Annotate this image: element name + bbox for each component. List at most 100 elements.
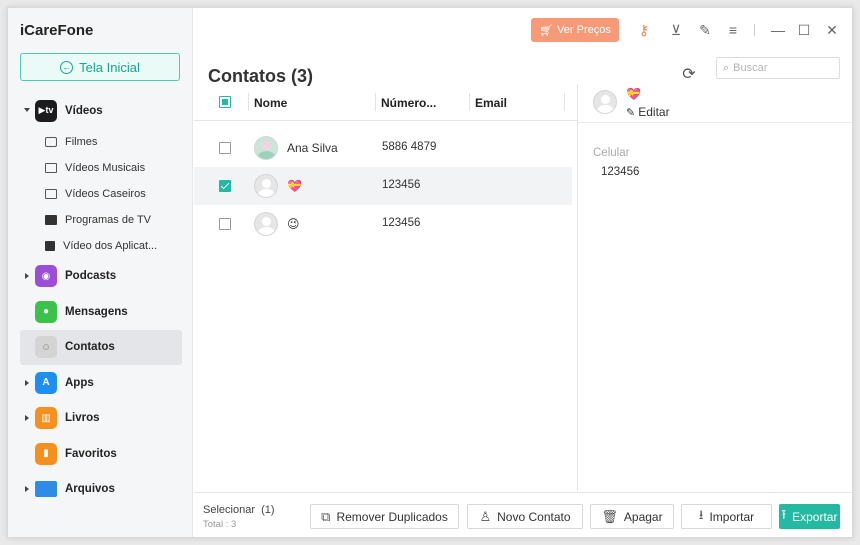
export-icon: ⭱ bbox=[781, 506, 787, 522]
new-contact-button[interactable]: ♙ Novo Contato bbox=[467, 504, 583, 529]
select-all-checkbox[interactable] bbox=[219, 96, 231, 108]
avatar bbox=[254, 136, 278, 160]
sidebar-item-files[interactable]: Arquivos bbox=[8, 472, 193, 508]
sidebar-item-contacts[interactable]: ☺ Contatos bbox=[20, 329, 182, 365]
expand-caret-icon[interactable] bbox=[24, 108, 30, 112]
list-header: Nome Número... Email bbox=[194, 84, 577, 121]
avatar bbox=[254, 174, 278, 198]
subitem-label: Vídeos Musicais bbox=[65, 161, 146, 174]
avatar bbox=[254, 212, 278, 236]
row-checkbox[interactable] bbox=[219, 180, 231, 192]
contact-detail-panel: 💝 ✎ Editar Celular 123456 bbox=[577, 84, 852, 491]
key-icon[interactable]: ⚷ bbox=[636, 22, 652, 38]
podcasts-icon: ◉ bbox=[35, 265, 57, 288]
sidebar-item-favorites[interactable]: ▮ Favoritos bbox=[8, 436, 193, 472]
import-icon: ⭳ bbox=[698, 506, 704, 522]
contacts-icon: ☺ bbox=[35, 336, 57, 359]
column-header-number[interactable]: Número... bbox=[381, 96, 436, 110]
app-title: iCareFone bbox=[20, 22, 94, 39]
contact-name: Ana Silva bbox=[287, 141, 338, 155]
sidebar: iCareFone ← Tela Inicial ▶tv Vídeos Film… bbox=[8, 8, 193, 537]
expand-caret-icon[interactable] bbox=[25, 273, 29, 280]
sidebar-subitem-music-videos[interactable]: Vídeos Musicais bbox=[8, 155, 193, 181]
sidebar-item-podcasts[interactable]: ◉ Podcasts bbox=[8, 259, 193, 295]
bookmark-icon: ▮ bbox=[35, 442, 57, 465]
sidebar-item-label: Mensagens bbox=[65, 305, 128, 318]
sidebar-nav: ▶tv Vídeos Filmes Vídeos Musicais Vídeos… bbox=[8, 93, 193, 507]
video-camera-icon bbox=[45, 240, 55, 251]
edit-button[interactable]: ✎ Editar bbox=[626, 105, 670, 119]
subitem-label: Filmes bbox=[65, 135, 98, 148]
expand-caret-icon[interactable] bbox=[25, 486, 29, 493]
detail-header: 💝 ✎ Editar bbox=[578, 84, 852, 123]
contact-name: 💝 bbox=[287, 179, 302, 193]
edit-icon[interactable]: ✎ bbox=[697, 22, 713, 38]
film-icon bbox=[45, 136, 57, 147]
bottom-toolbar: Selecionar (1) Total : 3 ⧉ Remover Dupli… bbox=[194, 492, 852, 537]
column-header-email[interactable]: Email bbox=[475, 96, 507, 110]
contacts-list: Nome Número... Email Ana Silva 5886 4879… bbox=[194, 84, 577, 491]
messages-icon: ● bbox=[35, 300, 57, 323]
download-icon[interactable]: ⊻ bbox=[668, 22, 684, 38]
contact-number: 5886 4879 bbox=[382, 141, 437, 153]
app-store-icon: A bbox=[35, 371, 57, 394]
row-checkbox[interactable] bbox=[219, 218, 231, 230]
add-user-icon: ♙ bbox=[479, 508, 492, 524]
duplicate-icon: ⧉ bbox=[321, 508, 331, 524]
sidebar-item-label: Podcasts bbox=[65, 270, 117, 283]
sidebar-item-apps[interactable]: A Apps bbox=[8, 365, 193, 401]
sidebar-subitem-app-videos[interactable]: Vídeo dos Aplicat... bbox=[8, 233, 193, 259]
minimize-icon[interactable]: — bbox=[770, 22, 786, 38]
home-button[interactable]: ← Tela Inicial bbox=[20, 53, 180, 81]
column-header-name[interactable]: Nome bbox=[254, 96, 287, 110]
folder-icon bbox=[35, 481, 57, 498]
sidebar-item-label: Favoritos bbox=[65, 447, 117, 460]
menu-icon[interactable]: ≡ bbox=[725, 22, 741, 38]
sidebar-item-books[interactable]: ▥ Livros bbox=[8, 401, 193, 437]
view-prices-label: Ver Preços bbox=[557, 24, 611, 36]
edit-icon: ✎ bbox=[626, 106, 636, 119]
view-prices-button[interactable]: 🛒︎ Ver Preços bbox=[531, 18, 619, 42]
sidebar-item-messages[interactable]: ● Mensagens bbox=[8, 294, 193, 330]
contact-name: 😉 bbox=[287, 217, 300, 231]
remove-duplicates-button[interactable]: ⧉ Remover Duplicados bbox=[310, 504, 459, 529]
row-checkbox[interactable] bbox=[219, 142, 231, 154]
toolbar-divider bbox=[754, 24, 755, 36]
sidebar-subitem-home-videos[interactable]: Vídeos Caseiros bbox=[8, 181, 193, 207]
select-count: (1) bbox=[261, 504, 275, 516]
import-button[interactable]: ⭳ Importar bbox=[681, 504, 772, 529]
home-button-label: Tela Inicial bbox=[79, 59, 140, 75]
tv-icon bbox=[45, 214, 57, 225]
table-row[interactable]: 💝 123456 bbox=[194, 167, 572, 205]
export-button[interactable]: ⭱ Exportar bbox=[779, 504, 840, 529]
sidebar-item-label: Vídeos bbox=[65, 104, 103, 117]
app-window: iCareFone ← Tela Inicial ▶tv Vídeos Film… bbox=[7, 7, 853, 538]
expand-caret-icon[interactable] bbox=[25, 415, 29, 422]
column-divider bbox=[375, 93, 376, 111]
monitor-icon bbox=[45, 188, 57, 199]
search-box[interactable]: ⌕ bbox=[716, 57, 840, 79]
cart-icon: 🛒︎ bbox=[539, 24, 554, 37]
refresh-icon[interactable]: ⟳ bbox=[680, 66, 698, 84]
total-count: Total : 3 bbox=[203, 519, 237, 530]
delete-button[interactable]: 🗑︎ Apagar bbox=[590, 504, 674, 529]
books-icon: ▥ bbox=[35, 407, 57, 430]
close-icon[interactable]: ✕ bbox=[824, 22, 840, 38]
table-row[interactable]: 😉 123456 bbox=[194, 205, 572, 243]
sidebar-item-videos[interactable]: ▶tv Vídeos bbox=[8, 93, 193, 129]
remove-duplicates-label: Remover Duplicados bbox=[336, 509, 448, 524]
sidebar-subitem-tv-shows[interactable]: Programas de TV bbox=[8, 207, 193, 233]
new-contact-label: Novo Contato bbox=[497, 509, 571, 524]
column-divider bbox=[248, 93, 249, 111]
music-video-icon bbox=[45, 162, 57, 173]
sidebar-subitem-filmes[interactable]: Filmes bbox=[8, 129, 193, 155]
delete-label: Apagar bbox=[623, 509, 663, 524]
table-row[interactable]: Ana Silva 5886 4879 bbox=[194, 129, 572, 167]
select-label: Selecionar bbox=[203, 504, 255, 516]
search-input[interactable] bbox=[733, 62, 834, 74]
expand-caret-icon[interactable] bbox=[25, 379, 29, 386]
maximize-icon[interactable]: ☐ bbox=[796, 22, 812, 38]
back-arrow-icon: ← bbox=[60, 60, 74, 74]
detail-contact-name: 💝 bbox=[626, 87, 641, 101]
trash-icon: 🗑︎ bbox=[601, 508, 618, 524]
